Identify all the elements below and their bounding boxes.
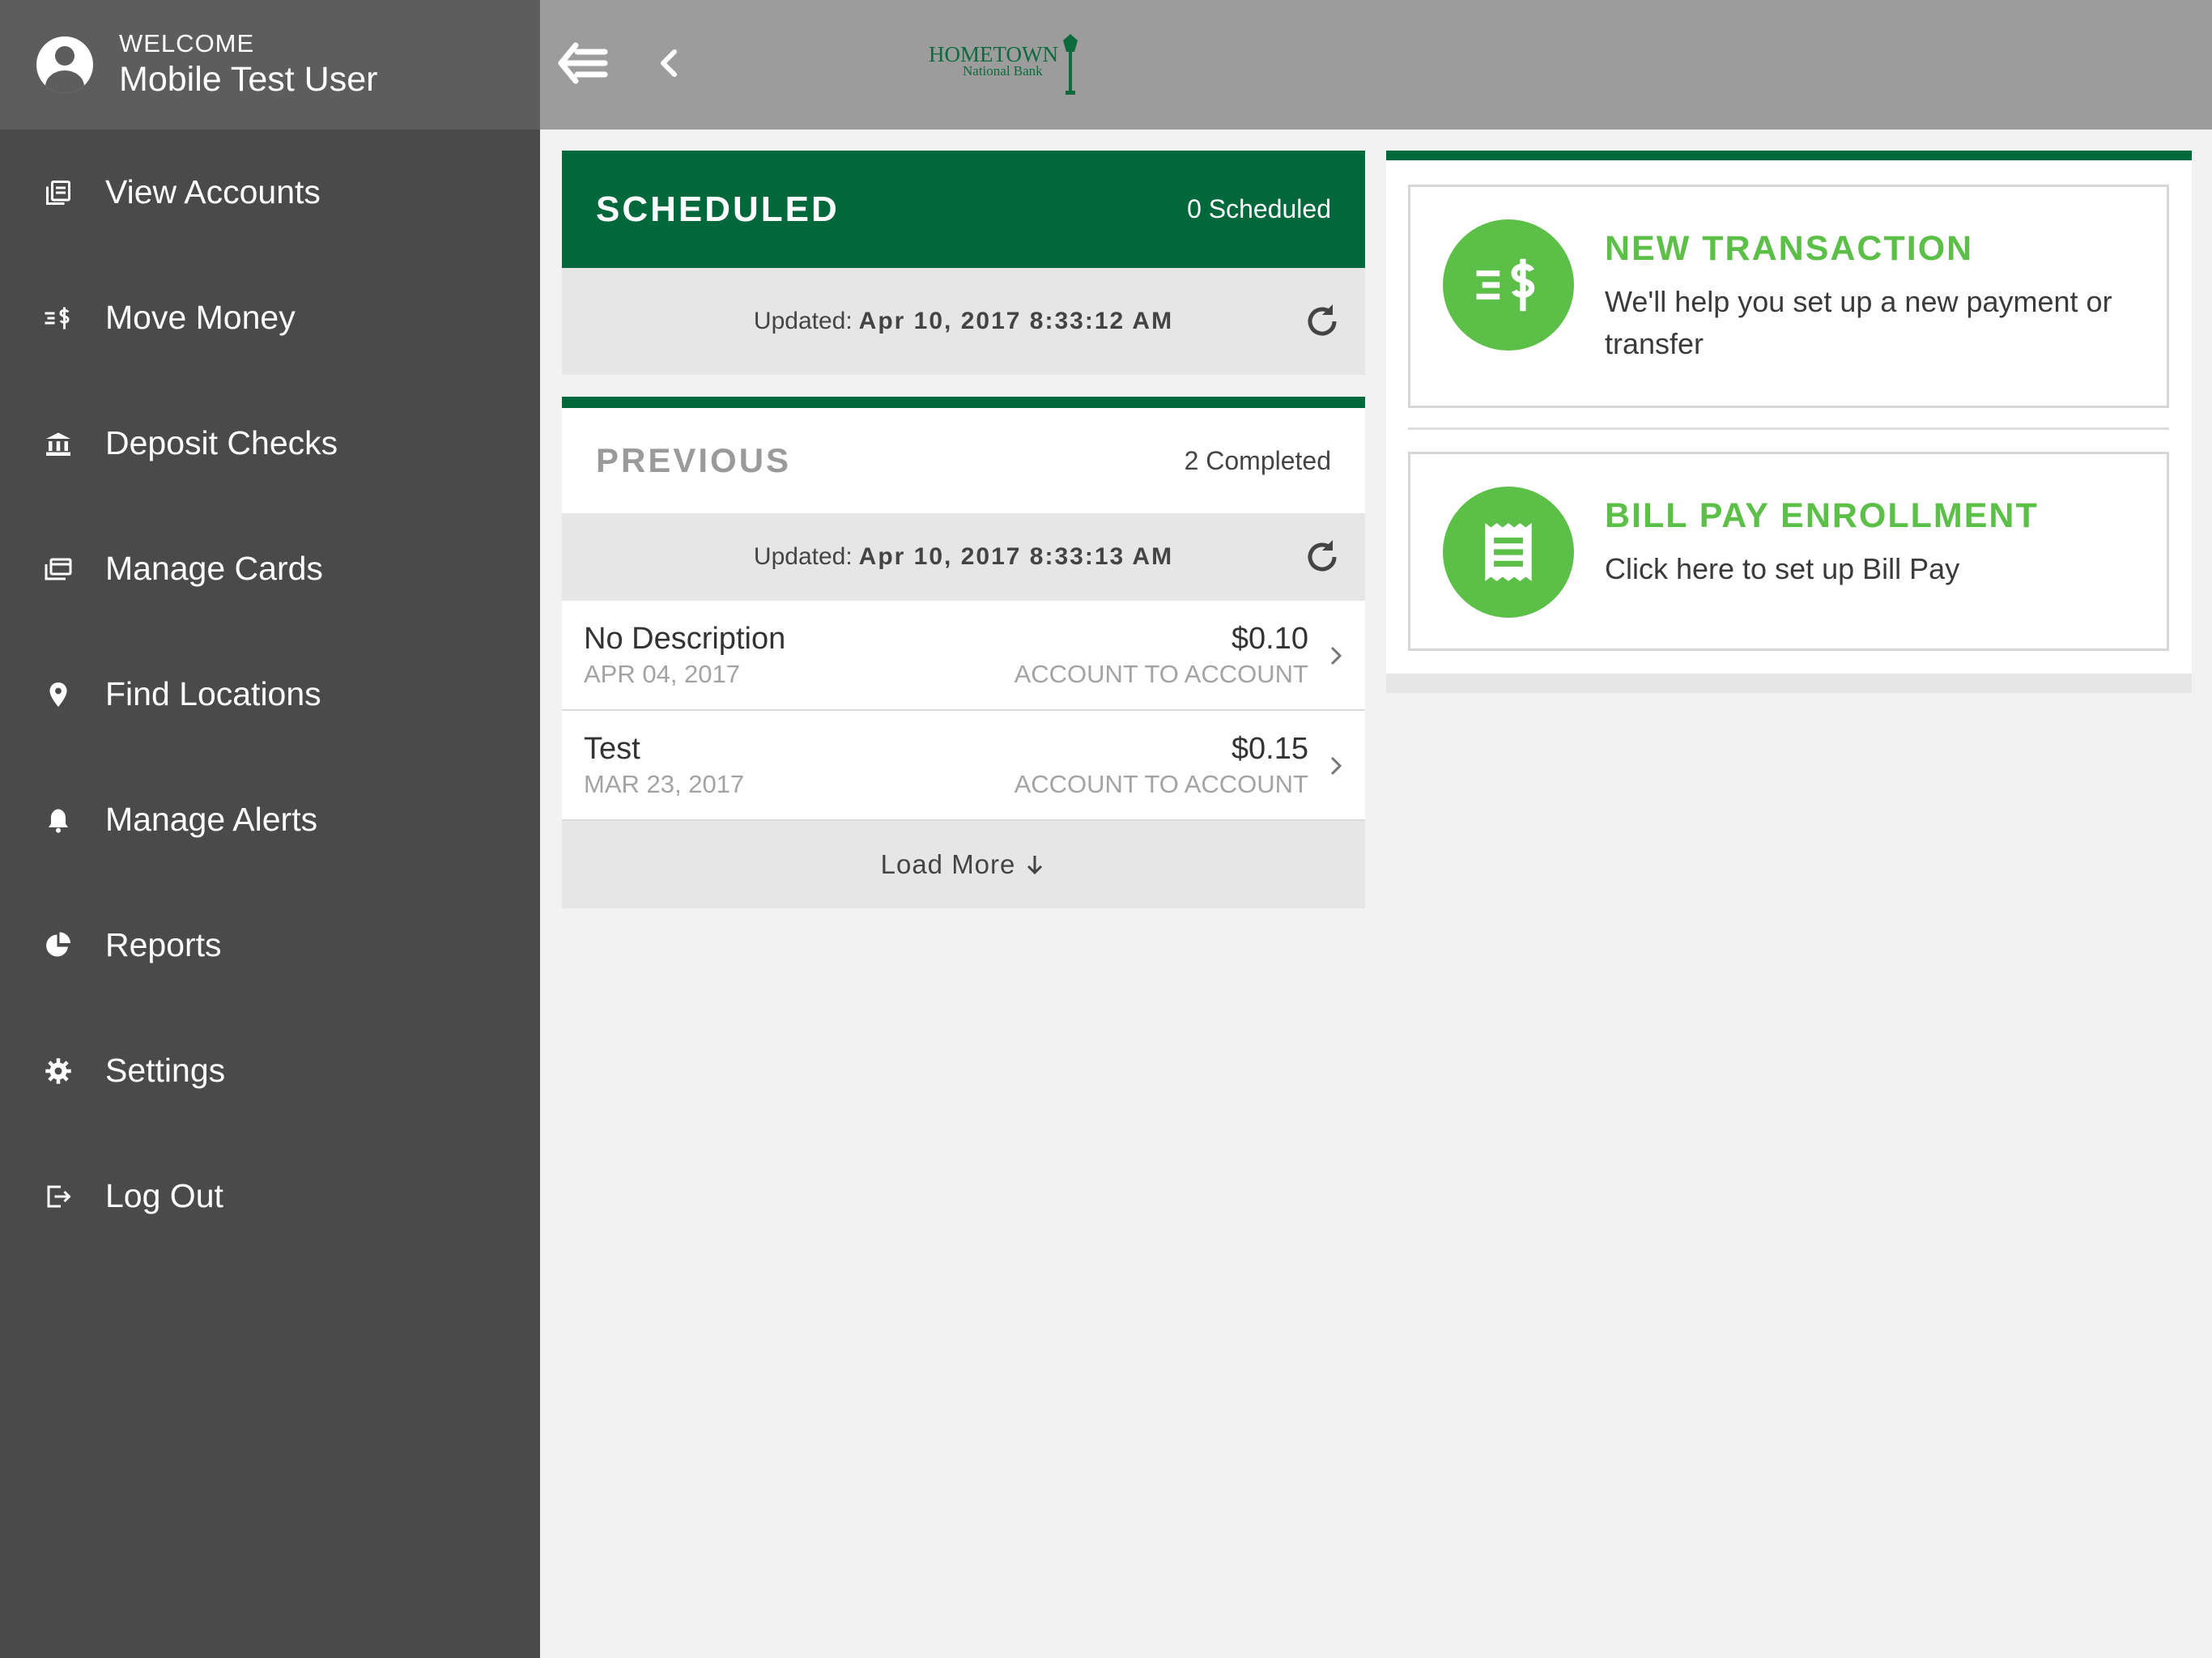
lamp-post-icon bbox=[1063, 34, 1078, 95]
transaction-amount: $0.15 bbox=[1231, 731, 1308, 766]
transaction-type: ACCOUNT TO ACCOUNT bbox=[1014, 659, 1308, 688]
transfer-money-icon bbox=[42, 302, 74, 334]
pie-chart-icon bbox=[42, 929, 74, 962]
back-chevron-icon[interactable] bbox=[652, 45, 687, 81]
scheduled-title: SCHEDULED bbox=[596, 189, 840, 229]
updated-timestamp: Apr 10, 2017 8:33:12 AM bbox=[858, 308, 1174, 334]
user-name: Mobile Test User bbox=[119, 59, 378, 99]
scheduled-card: SCHEDULED 0 Scheduled Updated: Apr 10, 2… bbox=[562, 151, 1365, 375]
sidebar-item-label: Find Locations bbox=[105, 675, 321, 712]
gear-icon bbox=[42, 1055, 74, 1087]
bill-pay-title: BILL PAY ENROLLMENT bbox=[1605, 496, 2039, 535]
sidebar-item-view-accounts[interactable]: View Accounts bbox=[0, 130, 540, 255]
logo-line2: National Bank bbox=[963, 63, 1043, 79]
sidebar-item-settings[interactable]: Settings bbox=[0, 1008, 540, 1133]
previous-count: 2 Completed bbox=[1184, 445, 1331, 475]
user-header: WELCOME Mobile Test User bbox=[0, 0, 540, 130]
previous-title: PREVIOUS bbox=[596, 441, 792, 479]
top-bar: HOMETOWN National Bank bbox=[540, 0, 2212, 130]
transaction-description: No Description bbox=[584, 621, 786, 656]
bill-pay-circle bbox=[1443, 487, 1574, 618]
sidebar-item-label: Manage Cards bbox=[105, 550, 323, 587]
previous-updated-row: Updated: Apr 10, 2017 8:33:13 AM bbox=[562, 513, 1365, 601]
welcome-block: WELCOME Mobile Test User bbox=[119, 28, 377, 102]
sidebar-item-log-out[interactable]: Log Out bbox=[0, 1133, 540, 1259]
sidebar-item-label: Manage Alerts bbox=[105, 801, 318, 838]
previous-header: PREVIOUS 2 Completed bbox=[562, 408, 1365, 513]
scheduled-count: 0 Scheduled bbox=[1187, 194, 1331, 223]
scheduled-header: SCHEDULED 0 Scheduled bbox=[562, 151, 1365, 268]
chevron-right-icon bbox=[1330, 756, 1342, 776]
sidebar-item-label: View Accounts bbox=[105, 173, 321, 210]
accounts-icon bbox=[42, 176, 74, 209]
refresh-icon[interactable] bbox=[1302, 301, 1342, 342]
chevron-right-icon bbox=[1330, 646, 1342, 665]
transaction-date: MAR 23, 2017 bbox=[584, 769, 745, 798]
avatar-icon bbox=[36, 36, 93, 93]
updated-timestamp: Apr 10, 2017 8:33:13 AM bbox=[858, 543, 1174, 570]
load-more-button[interactable]: Load More bbox=[562, 821, 1365, 908]
refresh-icon[interactable] bbox=[1302, 537, 1342, 577]
bill-pay-description: Click here to set up Bill Pay bbox=[1605, 552, 1960, 585]
new-transaction-circle bbox=[1443, 219, 1574, 351]
actions-panel: NEW TRANSACTION We'll help you set up a … bbox=[1386, 151, 2192, 693]
bank-logo: HOMETOWN National Bank bbox=[929, 32, 1091, 97]
divider bbox=[1408, 427, 2169, 430]
transaction-row[interactable]: No Description $0.10 APR 04, 2017 ACCOUN… bbox=[562, 601, 1365, 711]
transaction-amount: $0.10 bbox=[1231, 621, 1308, 656]
sidebar-item-move-money[interactable]: Move Money bbox=[0, 255, 540, 380]
sidebar-item-label: Log Out bbox=[105, 1177, 223, 1214]
transaction-type: ACCOUNT TO ACCOUNT bbox=[1014, 769, 1308, 798]
sidebar-item-reports[interactable]: Reports bbox=[0, 882, 540, 1008]
sidebar-item-manage-alerts[interactable]: Manage Alerts bbox=[0, 757, 540, 882]
new-transaction-card[interactable]: NEW TRANSACTION We'll help you set up a … bbox=[1408, 185, 2169, 408]
previous-card: PREVIOUS 2 Completed Updated: Apr 10, 20… bbox=[562, 397, 1365, 908]
sidebar-item-deposit-checks[interactable]: Deposit Checks bbox=[0, 380, 540, 506]
transfer-money-icon bbox=[1476, 258, 1535, 312]
transaction-description: Test bbox=[584, 731, 640, 766]
bell-icon bbox=[42, 804, 74, 836]
new-transaction-title: NEW TRANSACTION bbox=[1605, 229, 1974, 268]
sidebar-item-label: Settings bbox=[105, 1052, 226, 1089]
receipt-icon bbox=[1485, 523, 1532, 581]
sidebar-item-label: Reports bbox=[105, 926, 222, 963]
scheduled-updated-row: Updated: Apr 10, 2017 8:33:12 AM bbox=[562, 268, 1365, 375]
arrow-down-icon bbox=[1027, 856, 1043, 875]
logout-icon bbox=[42, 1180, 74, 1213]
cards-icon bbox=[42, 553, 74, 585]
bill-pay-enrollment-card[interactable]: BILL PAY ENROLLMENT Click here to set up… bbox=[1408, 452, 2169, 651]
transaction-row[interactable]: Test $0.15 MAR 23, 2017 ACCOUNT TO ACCOU… bbox=[562, 711, 1365, 821]
sidebar-item-find-locations[interactable]: Find Locations bbox=[0, 631, 540, 757]
welcome-label: WELCOME bbox=[119, 28, 255, 57]
bank-icon bbox=[42, 427, 74, 460]
sidebar-nav: View Accounts Move Money Deposit Checks … bbox=[0, 130, 540, 1259]
sidebar-item-label: Deposit Checks bbox=[105, 424, 338, 461]
sidebar-item-label: Move Money bbox=[105, 299, 296, 336]
new-transaction-description: We'll help you set up a new payment or t… bbox=[1605, 285, 2112, 361]
updated-label: Updated: bbox=[753, 543, 853, 570]
sidebar: WELCOME Mobile Test User View Accounts M… bbox=[0, 0, 540, 1658]
collapse-menu-icon[interactable] bbox=[558, 40, 608, 86]
sidebar-item-manage-cards[interactable]: Manage Cards bbox=[0, 506, 540, 631]
location-pin-icon bbox=[42, 678, 74, 711]
transaction-date: APR 04, 2017 bbox=[584, 659, 741, 688]
load-more-label: Load More bbox=[880, 849, 1016, 879]
updated-label: Updated: bbox=[753, 308, 853, 334]
